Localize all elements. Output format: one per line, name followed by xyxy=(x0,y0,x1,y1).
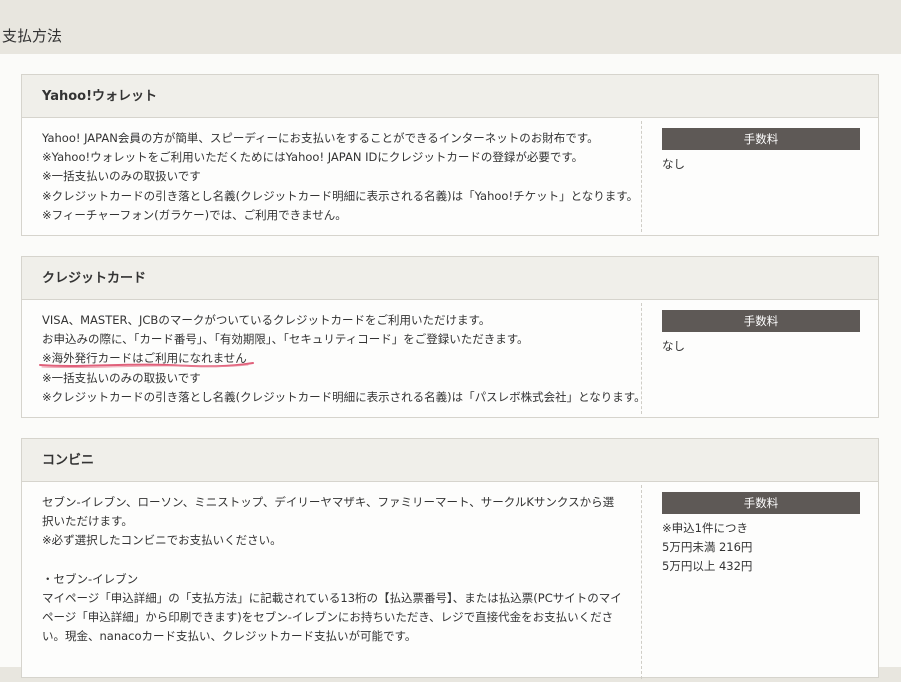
fee-value: なし xyxy=(662,157,685,171)
description-line: マイページ「申込詳細」の「支払方法」に記載されている13桁の【払込票番号】、また… xyxy=(42,591,622,644)
method-title: コンビニ xyxy=(22,439,878,482)
payment-method-credit-card: クレジットカード VISA、MASTER、JCBのマークがついているクレジットカ… xyxy=(21,256,879,418)
fee-label: 手数料 xyxy=(662,128,860,150)
fee-value: 5万円以上 432円 xyxy=(662,559,753,574)
fee-values: なし xyxy=(662,155,685,174)
description-line: ・セブン-イレブン xyxy=(42,571,139,586)
fee-label: 手数料 xyxy=(662,492,860,514)
method-description: VISA、MASTER、JCBのマークがついているクレジットカードをご利用いただ… xyxy=(39,311,646,407)
description-line: ※一括支払いのみの取扱いです xyxy=(42,169,201,184)
dashed-divider xyxy=(641,485,642,679)
page-title: 支払方法 xyxy=(2,27,63,45)
description-line: VISA、MASTER、JCBのマークがついているクレジットカードをご利用いただ… xyxy=(42,313,491,327)
payment-method-yahoo-wallet: Yahoo!ウォレット Yahoo! JAPAN会員の方が簡単、スピーディーにお… xyxy=(21,74,879,236)
fee-label: 手数料 xyxy=(662,310,860,332)
method-description: セブン-イレブン、ローソン、ミニストップ、デイリーヤマザキ、ファミリーマート、サ… xyxy=(42,493,622,647)
description-line: ※クレジットカードの引き落とし名義(クレジットカード明細に表示される名義)は「パ… xyxy=(42,389,646,404)
description-line: ※海外発行カードはご利用になれません xyxy=(39,349,622,369)
method-title: クレジットカード xyxy=(22,257,878,300)
highlighted-note: ※海外発行カードはご利用になれません xyxy=(39,349,254,369)
description-line: Yahoo! JAPAN会員の方が簡単、スピーディーにお支払いをすることができる… xyxy=(42,131,599,145)
content-panel: Yahoo!ウォレット Yahoo! JAPAN会員の方が簡単、スピーディーにお… xyxy=(0,54,901,679)
method-body: VISA、MASTER、JCBのマークがついているクレジットカードをご利用いただ… xyxy=(22,300,878,417)
description-line: ※フィーチャーフォン(ガラケー)では、ご利用できません。 xyxy=(42,207,347,222)
description-line: セブン-イレブン、ローソン、ミニストップ、デイリーヤマザキ、ファミリーマート、サ… xyxy=(42,495,615,529)
fee-values: なし xyxy=(662,337,685,356)
description-line: ※Yahoo!ウォレットをご利用いただくためにはYahoo! JAPAN IDに… xyxy=(42,150,584,165)
dashed-divider xyxy=(641,121,642,232)
hand-drawn-underline xyxy=(39,362,254,369)
method-body: セブン-イレブン、ローソン、ミニストップ、デイリーヤマザキ、ファミリーマート、サ… xyxy=(22,482,878,682)
description-line: ※一括支払いのみの取扱いです xyxy=(42,370,201,385)
description-line: ※クレジットカードの引き落とし名義(クレジットカード明細に表示される名義)は「Y… xyxy=(42,188,639,203)
method-title: Yahoo!ウォレット xyxy=(22,75,878,118)
description-line xyxy=(42,551,622,570)
description-line: お申込みの際に、「カード番号」、「有効期限」、「セキュリティコード」をご登録いた… xyxy=(42,332,529,347)
payment-method-convenience-store: コンビニ セブン-イレブン、ローソン、ミニストップ、デイリーヤマザキ、ファミリー… xyxy=(21,438,879,679)
fee-value: 5万円未満 216円 xyxy=(662,540,753,555)
fee-value: ※申込1件につき xyxy=(662,521,748,535)
dashed-divider xyxy=(641,303,642,414)
description-line: ※必ず選択したコンビニでお支払いください。 xyxy=(42,533,282,548)
fee-value: なし xyxy=(662,339,685,353)
method-body: Yahoo! JAPAN会員の方が簡単、スピーディーにお支払いをすることができる… xyxy=(22,118,878,235)
method-description: Yahoo! JAPAN会員の方が簡単、スピーディーにお支払いをすることができる… xyxy=(42,129,639,225)
fee-values: ※申込1件につき 5万円未満 216円 5万円以上 432円 xyxy=(662,519,752,577)
